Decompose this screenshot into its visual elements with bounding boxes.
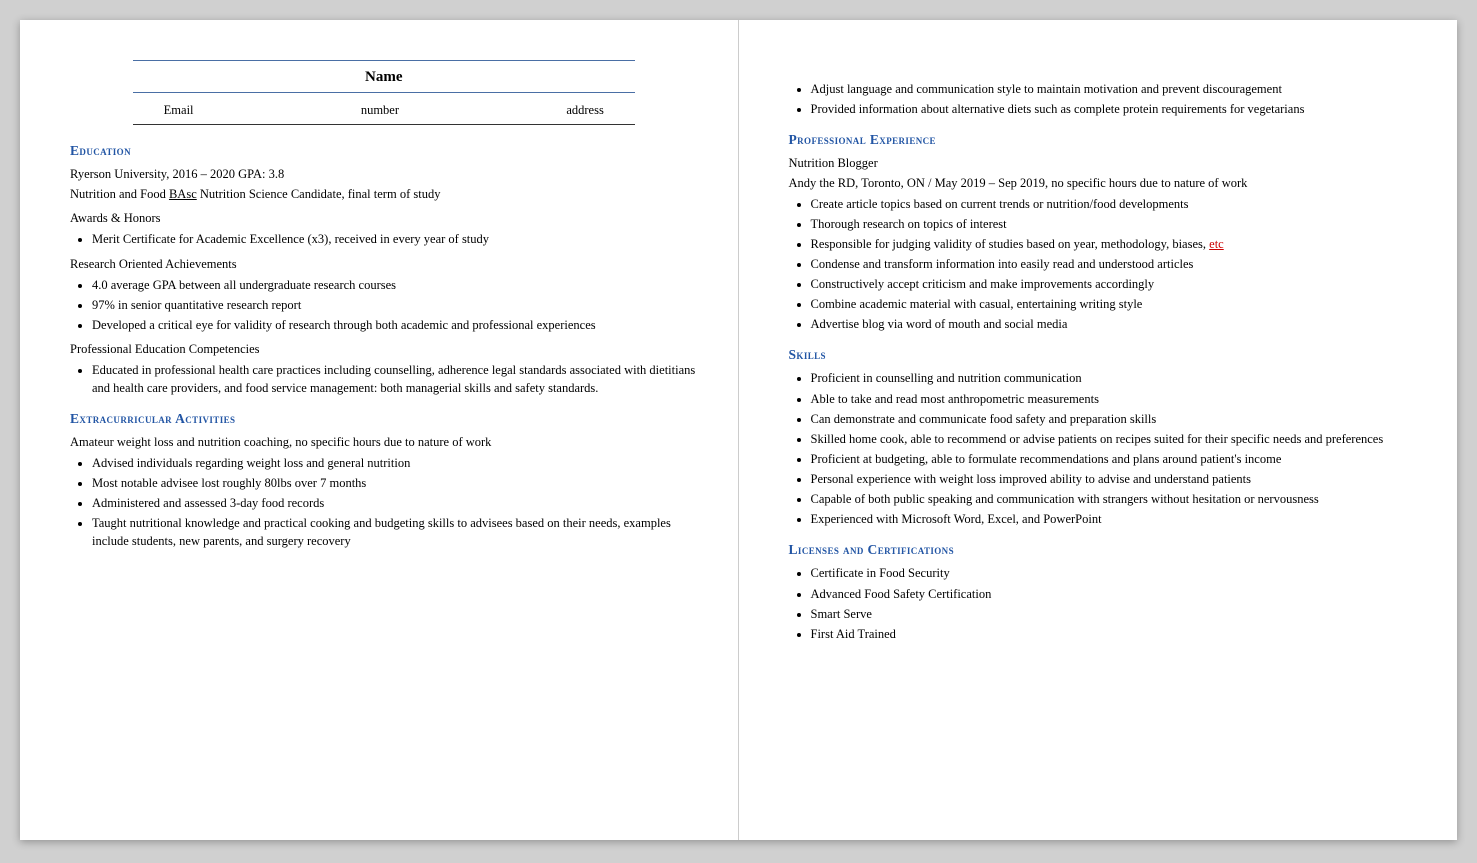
extracurricular-list: Advised individuals regarding weight los… [92, 454, 698, 551]
degree-line: Nutrition and Food BAsc Nutrition Scienc… [70, 185, 698, 203]
skills-heading: Skills [789, 347, 1418, 363]
awards-list: Merit Certificate for Academic Excellenc… [92, 230, 698, 248]
list-item: Advanced Food Safety Certification [811, 585, 1418, 603]
right-column: Adjust language and communication style … [739, 20, 1458, 840]
left-column: Name Email number address Education Ryer… [20, 20, 739, 840]
research-heading: Research Oriented Achievements [70, 255, 698, 273]
list-item: Responsible for judging validity of stud… [811, 235, 1418, 253]
extracurricular-heading: Extracurricular Activities [70, 411, 698, 427]
awards-heading: Awards & Honors [70, 209, 698, 227]
list-item: Able to take and read most anthropometri… [811, 390, 1418, 408]
header-line-top [133, 60, 635, 61]
list-item: Create article topics based on current t… [811, 195, 1418, 213]
professional-experience-heading: Professional Experience [789, 132, 1418, 148]
employer-line: Andy the RD, Toronto, ON / May 2019 – Se… [789, 174, 1418, 192]
resume-page: Name Email number address Education Ryer… [20, 20, 1457, 840]
list-item: Thorough research on topics of interest [811, 215, 1418, 233]
list-item: Educated in professional health care pra… [92, 361, 698, 397]
list-item: Constructively accept criticism and make… [811, 275, 1418, 293]
list-item: Personal experience with weight loss imp… [811, 470, 1418, 488]
licenses-heading: Licenses and Certifications [789, 542, 1418, 558]
number-field: number [361, 103, 399, 118]
extracurricular-subtitle: Amateur weight loss and nutrition coachi… [70, 433, 698, 451]
etc-text: etc [1209, 237, 1224, 251]
education-heading: Education [70, 143, 698, 159]
list-item: Merit Certificate for Academic Excellenc… [92, 230, 698, 248]
list-item: 4.0 average GPA between all undergraduat… [92, 276, 698, 294]
basc-text: BAsc [169, 187, 197, 201]
list-item: Administered and assessed 3-day food rec… [92, 494, 698, 512]
list-item: 97% in senior quantitative research repo… [92, 296, 698, 314]
address-field: address [566, 103, 604, 118]
job-title: Nutrition Blogger [789, 154, 1418, 172]
list-item: Experienced with Microsoft Word, Excel, … [811, 510, 1418, 528]
list-item: First Aid Trained [811, 625, 1418, 643]
list-item: Smart Serve [811, 605, 1418, 623]
list-item: Developed a critical eye for validity of… [92, 316, 698, 334]
contact-row: Email number address [70, 103, 698, 118]
list-item: Most notable advisee lost roughly 80lbs … [92, 474, 698, 492]
list-item: Capable of both public speaking and comm… [811, 490, 1418, 508]
university-line: Ryerson University, 2016 – 2020 GPA: 3.8 [70, 165, 698, 183]
list-item: Provided information about alternative d… [811, 100, 1418, 118]
list-item: Can demonstrate and communicate food saf… [811, 410, 1418, 428]
header: Name Email number address [70, 60, 698, 125]
list-item: Proficient at budgeting, able to formula… [811, 450, 1418, 468]
email-field: Email [164, 103, 194, 118]
list-item: Certificate in Food Security [811, 564, 1418, 582]
competencies-heading: Professional Education Competencies [70, 340, 698, 358]
list-item: Adjust language and communication style … [811, 80, 1418, 98]
header-line-bottom [133, 92, 635, 93]
research-list: 4.0 average GPA between all undergraduat… [92, 276, 698, 334]
licenses-list: Certificate in Food Security Advanced Fo… [811, 564, 1418, 643]
continuation-list: Adjust language and communication style … [811, 80, 1418, 118]
header-contact-line [133, 124, 635, 125]
competencies-list: Educated in professional health care pra… [92, 361, 698, 397]
list-item: Taught nutritional knowledge and practic… [92, 514, 698, 550]
skills-list: Proficient in counselling and nutrition … [811, 369, 1418, 528]
list-item: Combine academic material with casual, e… [811, 295, 1418, 313]
professional-experience-list: Create article topics based on current t… [811, 195, 1418, 334]
list-item: Proficient in counselling and nutrition … [811, 369, 1418, 387]
list-item: Condense and transform information into … [811, 255, 1418, 273]
list-item: Advised individuals regarding weight los… [92, 454, 698, 472]
list-item: Advertise blog via word of mouth and soc… [811, 315, 1418, 333]
name-field: Name [70, 69, 698, 86]
list-item: Skilled home cook, able to recommend or … [811, 430, 1418, 448]
degree-text: Nutrition and Food BAsc Nutrition Scienc… [70, 187, 440, 201]
